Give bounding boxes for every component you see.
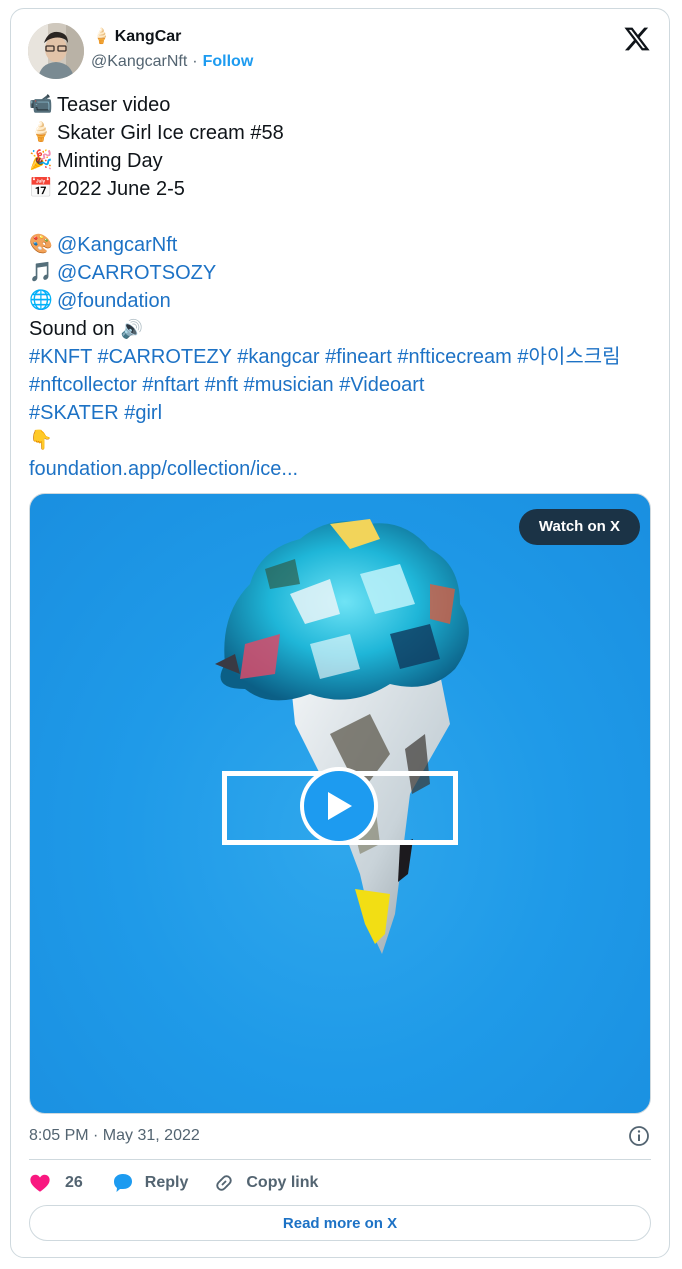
like-count: 26: [65, 1174, 83, 1191]
hashtag-link[interactable]: #nftcollector: [29, 374, 137, 396]
party-popper-icon: 🎉: [29, 150, 53, 171]
play-icon: [328, 792, 352, 820]
play-button[interactable]: [300, 767, 378, 845]
link-line: foundation.app/collection/ice...: [29, 455, 655, 483]
tweet-line-text: 2022 June 2-5: [57, 178, 185, 200]
hashtag-link[interactable]: #아이스크림: [517, 346, 620, 368]
hashtag-link[interactable]: #nftart: [142, 374, 199, 396]
divider: [29, 1159, 651, 1160]
pointing-line: 👇: [29, 427, 655, 455]
hashtag-link[interactable]: #Videoart: [339, 374, 424, 396]
pointing-down-icon: 👇: [29, 430, 53, 451]
copy-link-button[interactable]: Copy link: [212, 1171, 318, 1195]
hashtag-link[interactable]: #CARROTEZY: [98, 346, 232, 368]
mention-link[interactable]: @CARROTSOZY: [57, 259, 216, 287]
separator-dot: ·: [192, 53, 198, 70]
mention-link[interactable]: @KangcarNft: [57, 231, 177, 259]
hashtag-link[interactable]: #musician: [244, 374, 334, 396]
mention-line: 🎨 @KangcarNft: [29, 231, 655, 259]
hashtag-link[interactable]: #nfticecream: [397, 346, 512, 368]
read-more-button[interactable]: Read more on X: [29, 1205, 651, 1241]
sound-line: Sound on 🔊: [29, 315, 655, 343]
tweet-text: 📹 Teaser video 🍦 Skater Girl Ice cream #…: [29, 91, 655, 483]
ice-cream-icon: 🍦: [92, 28, 111, 45]
follow-button[interactable]: Follow: [203, 52, 254, 72]
tweet-line: 📹 Teaser video: [29, 91, 655, 119]
watch-on-x-button[interactable]: Watch on X: [518, 509, 640, 545]
music-note-icon: 🎵: [29, 262, 53, 283]
sound-text: Sound on: [29, 318, 115, 340]
tweet-line: 🍦 Skater Girl Ice cream #58: [29, 119, 655, 147]
mention-link[interactable]: @foundation: [57, 287, 171, 315]
camera-icon: 📹: [29, 94, 53, 115]
info-icon[interactable]: [627, 1124, 651, 1148]
hashtag-link[interactable]: #SKATER: [29, 402, 119, 424]
hashtag-link[interactable]: #KNFT: [29, 346, 92, 368]
tweet-timestamp[interactable]: 8:05 PM · May 31, 2022: [29, 1126, 200, 1146]
like-button[interactable]: 26: [29, 1172, 83, 1194]
tweet-line-text: Teaser video: [57, 94, 171, 116]
x-logo-icon[interactable]: [623, 25, 651, 53]
action-bar: 26 Reply Copy link: [29, 1169, 318, 1197]
tweet-line: 📅 2022 June 2-5: [29, 175, 655, 203]
copy-link-label: Copy link: [246, 1174, 319, 1191]
reply-label: Reply: [144, 1174, 189, 1191]
tweet-line-text: Minting Day: [57, 150, 163, 172]
hashtag-link[interactable]: #girl: [124, 402, 162, 424]
calendar-icon: 📅: [29, 178, 53, 199]
tweet-line: 🎉 Minting Day: [29, 147, 655, 175]
link-icon: [216, 1175, 233, 1191]
hashtag-link[interactable]: #fineart: [325, 346, 392, 368]
author-name-row[interactable]: 🍦 KangCar: [92, 27, 181, 47]
heart-icon: [30, 1174, 50, 1192]
mention-line: 🎵 @CARROTSOZY: [29, 259, 655, 287]
external-link[interactable]: foundation.app/collection/ice...: [29, 455, 298, 483]
ice-cream-icon: 🍦: [29, 122, 53, 143]
speaker-icon: 🔊: [120, 319, 144, 339]
video-player[interactable]: Watch on X: [29, 493, 651, 1114]
author-handle-row: @KangcarNft · Follow: [91, 52, 253, 72]
author-handle[interactable]: @KangcarNft: [91, 52, 187, 72]
tweet-line-text: Skater Girl Ice cream #58: [57, 122, 284, 144]
tweet-card: 🍦 KangCar @KangcarNft · Follow 📹 Teaser …: [10, 8, 670, 1258]
globe-icon: 🌐: [29, 290, 53, 311]
hashtag-block: #KNFT #CARROTEZY #kangcar #fineart #nfti…: [29, 343, 655, 427]
avatar[interactable]: [28, 23, 84, 79]
reply-bubble-icon: [113, 1174, 132, 1192]
hashtag-link[interactable]: #nft: [205, 374, 238, 396]
hashtag-link[interactable]: #kangcar: [237, 346, 319, 368]
mention-line: 🌐 @foundation: [29, 287, 655, 315]
palette-icon: 🎨: [29, 234, 53, 255]
author-display-name[interactable]: KangCar: [115, 27, 182, 47]
reply-button[interactable]: Reply: [111, 1171, 189, 1195]
